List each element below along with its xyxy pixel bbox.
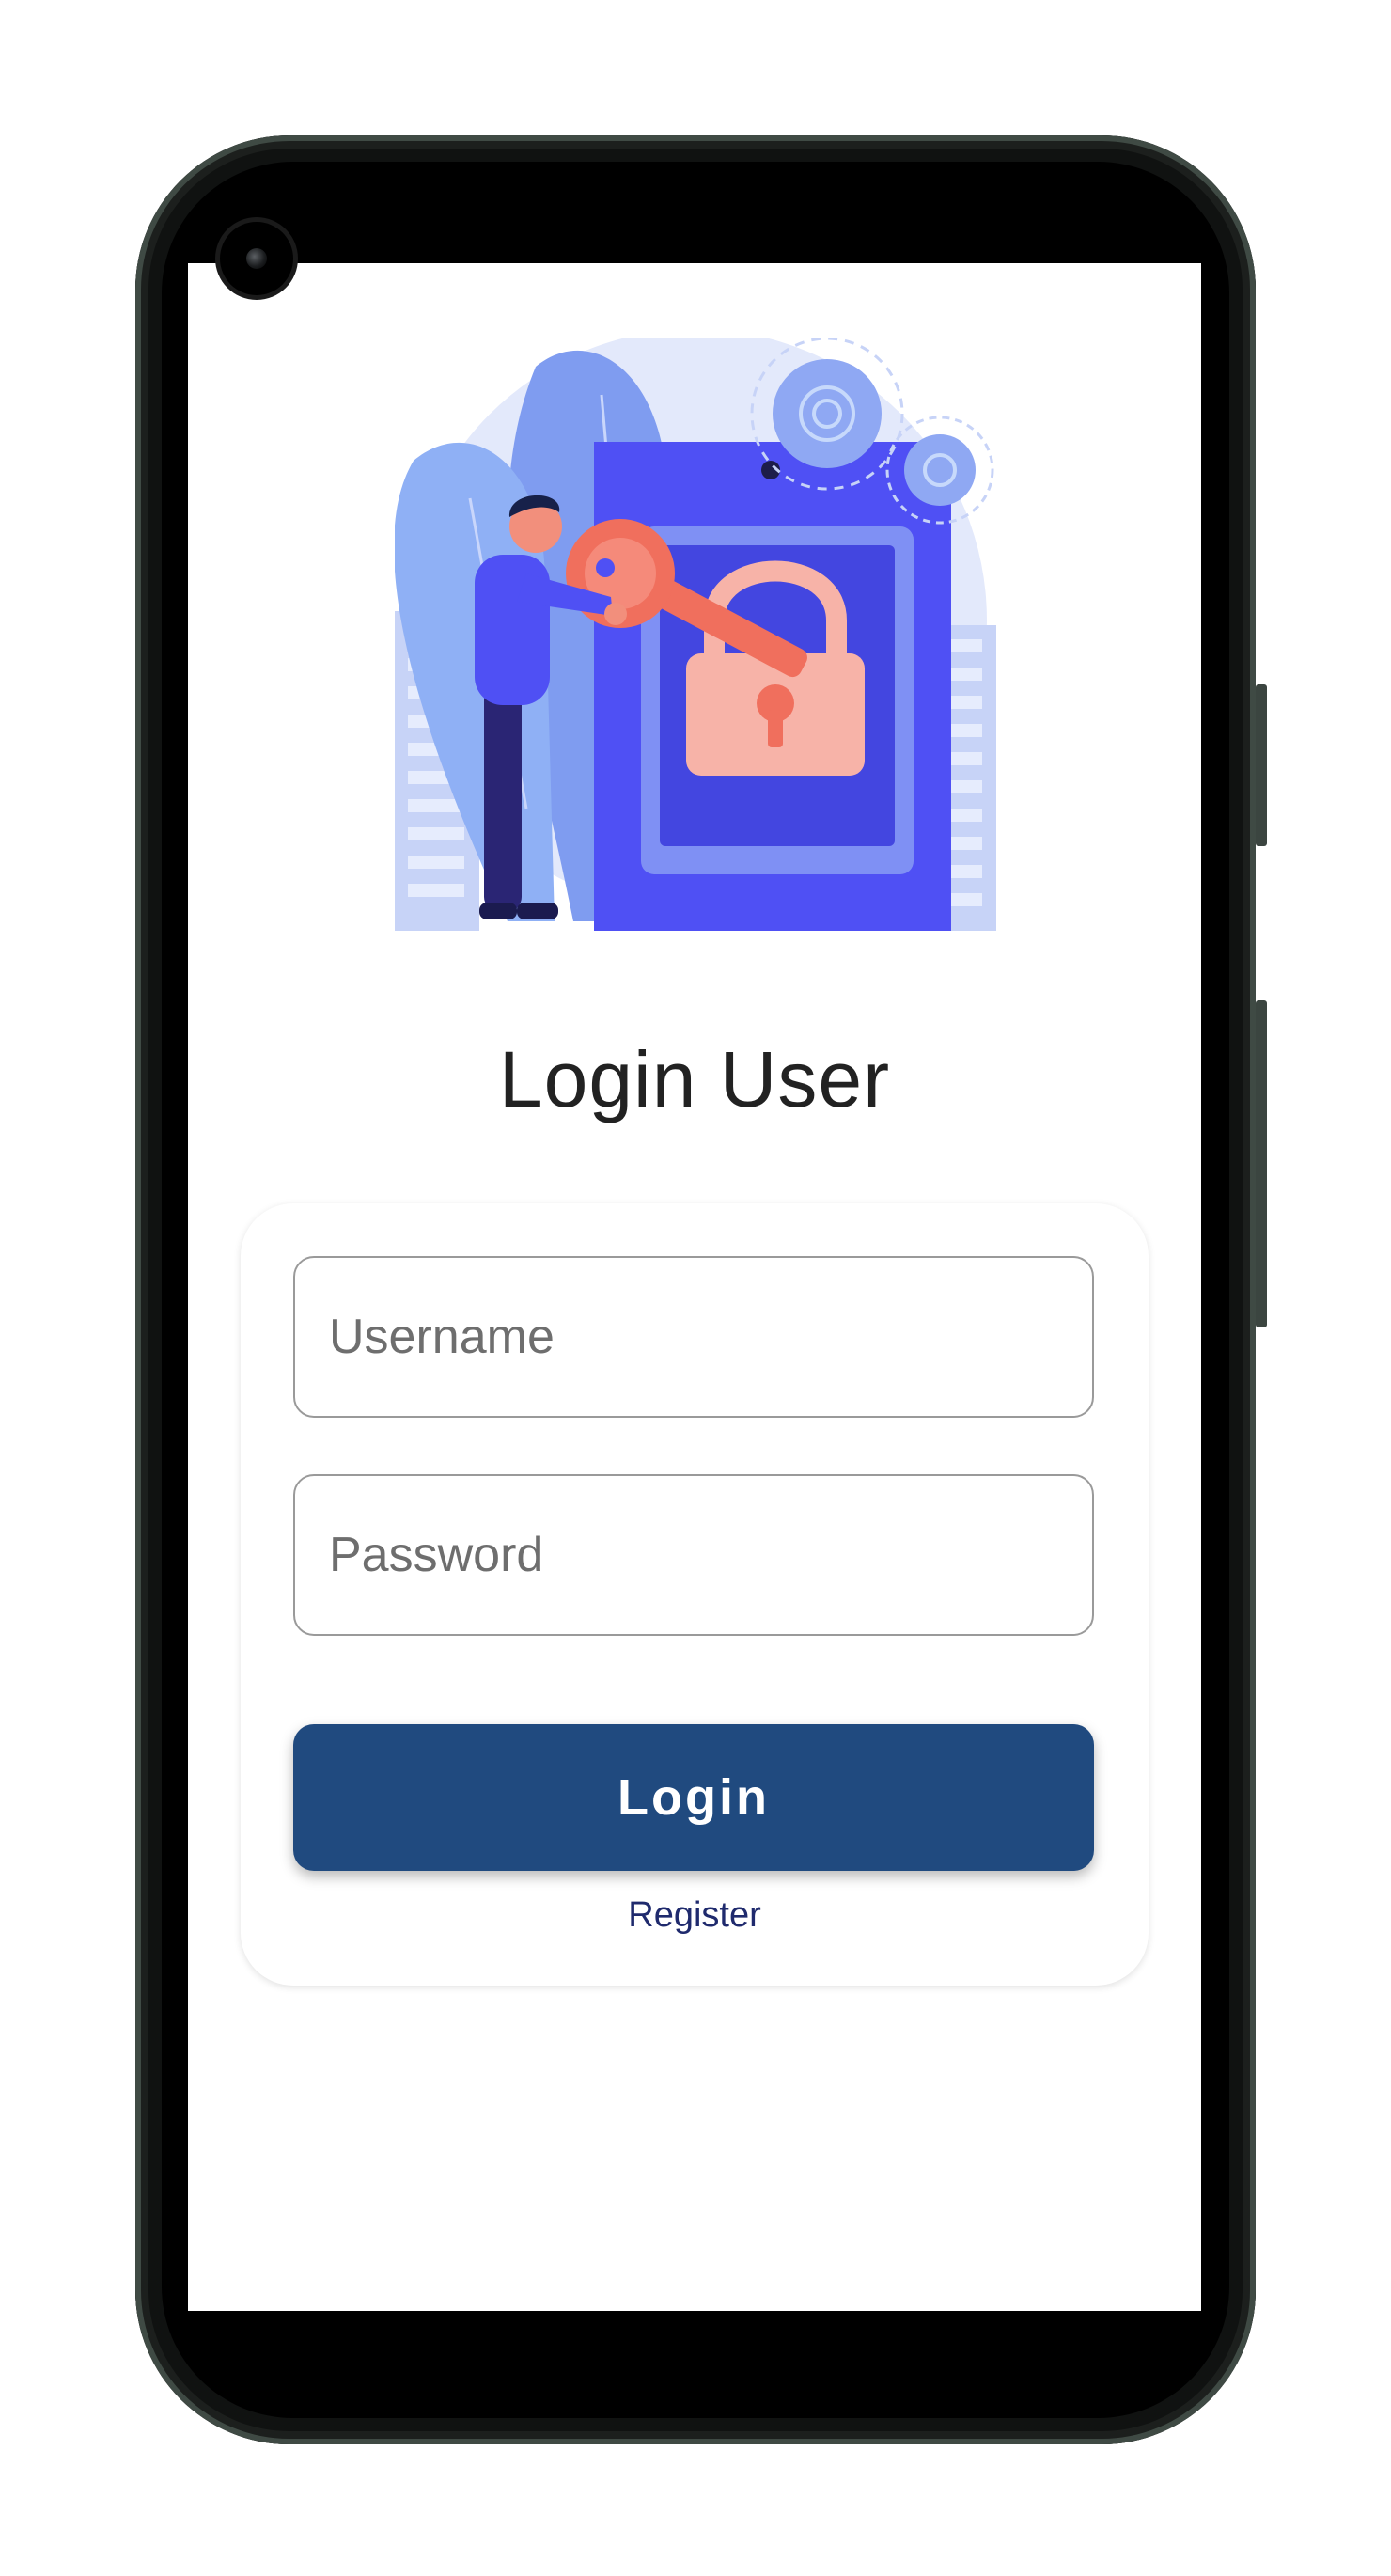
password-field[interactable] bbox=[293, 1474, 1094, 1636]
page-title: Login User bbox=[498, 1035, 891, 1123]
register-link[interactable]: Register bbox=[241, 1895, 1149, 1936]
password-input[interactable] bbox=[327, 1526, 1092, 1584]
login-illustration bbox=[395, 338, 996, 931]
volume-button bbox=[1256, 684, 1267, 846]
username-input[interactable] bbox=[327, 1308, 1092, 1366]
login-form-card: Login Register bbox=[241, 1203, 1149, 1986]
username-field[interactable] bbox=[293, 1256, 1094, 1418]
power-button bbox=[1256, 1000, 1267, 1327]
login-button[interactable]: Login bbox=[293, 1724, 1094, 1871]
front-camera bbox=[220, 222, 293, 295]
app-screen: Login User Login Register bbox=[188, 263, 1201, 2311]
